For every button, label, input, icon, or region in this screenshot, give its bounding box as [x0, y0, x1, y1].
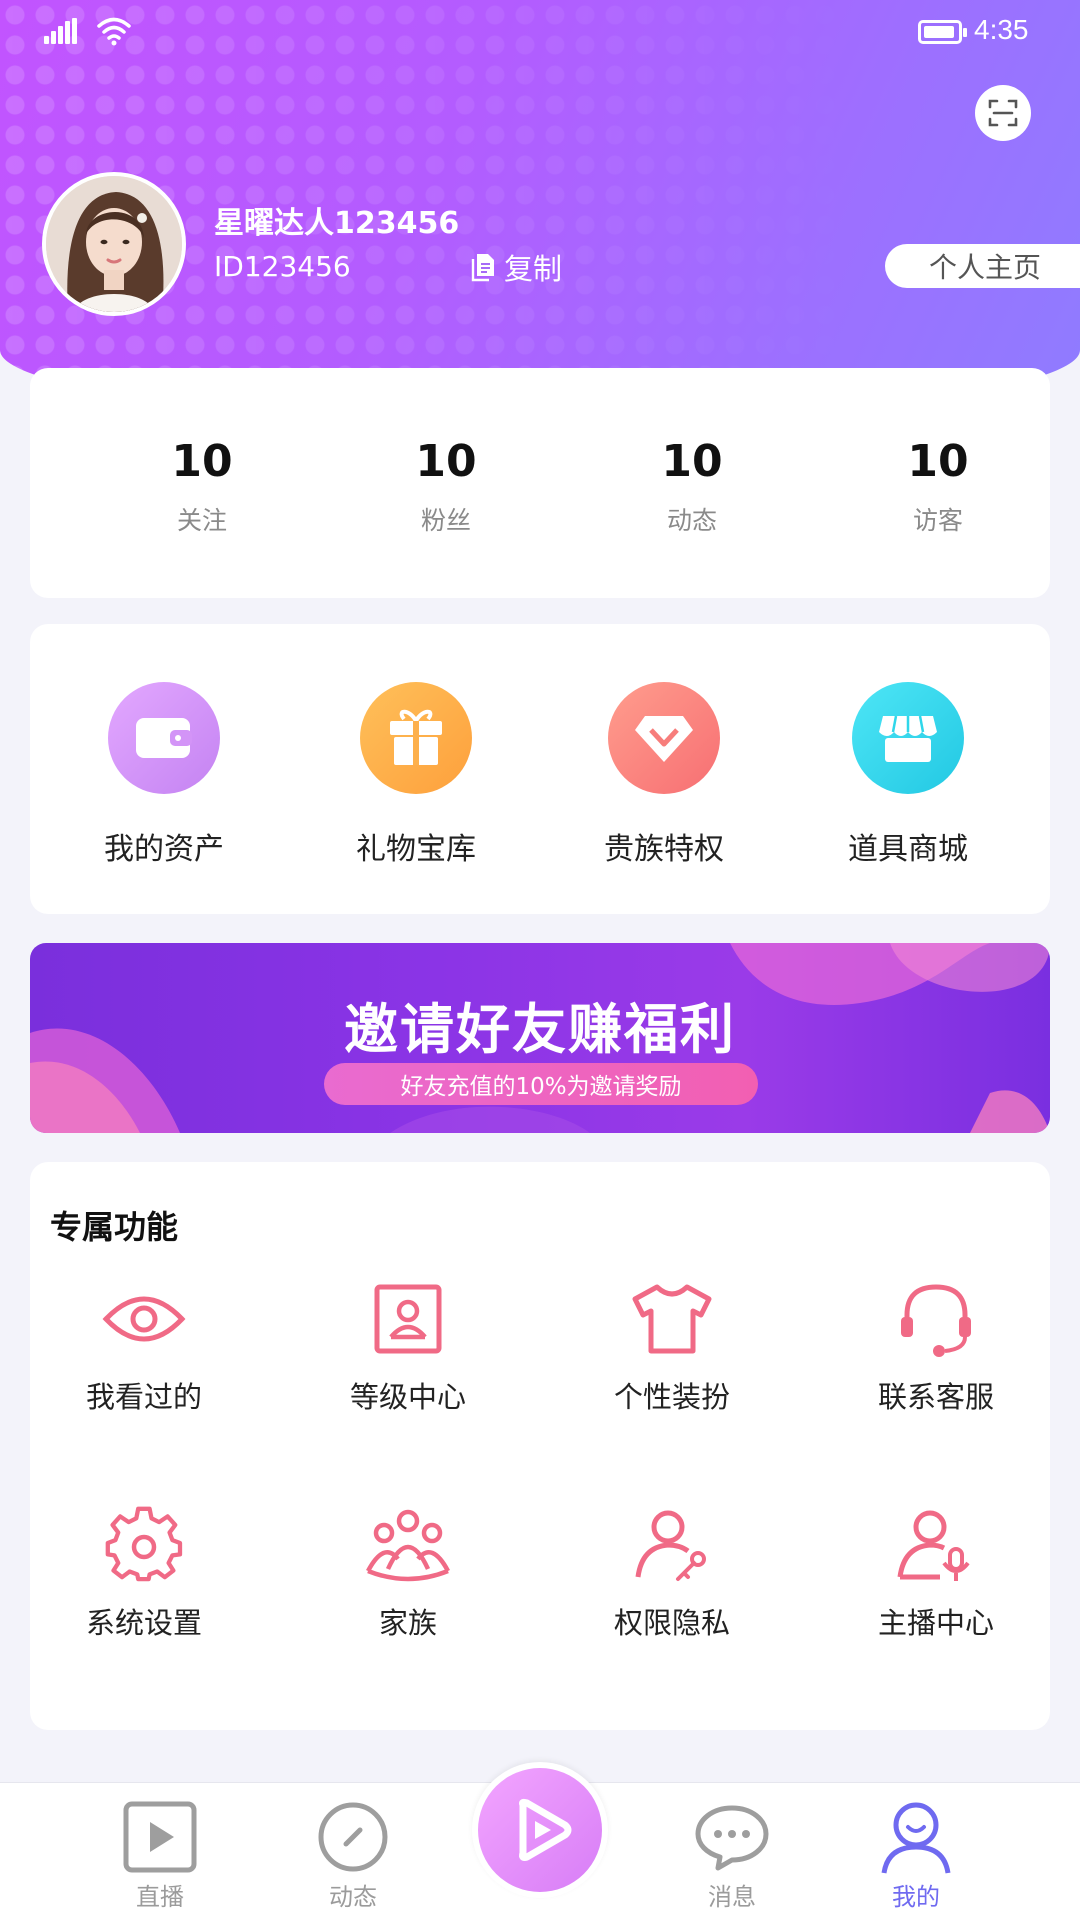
stat-visitors[interactable]: 10 访客: [858, 436, 1018, 537]
feature-permission-privacy[interactable]: 权限隐私: [572, 1500, 772, 1642]
status-time: 4:35: [974, 14, 1029, 45]
stat-label: 关注: [176, 506, 227, 535]
exclusive-features-card: 专属功能 我看过的 等级中心 个性装扮 联系客服 系统设置 家族 权限隐私 主播…: [30, 1162, 1050, 1730]
stat-label: 动态: [666, 506, 717, 535]
feature-customer-service[interactable]: 联系客服: [836, 1274, 1036, 1416]
gear-icon: [99, 1500, 189, 1590]
stat-label: 粉丝: [420, 506, 471, 535]
chat-bubble-icon: [692, 1797, 772, 1877]
group-icon: [363, 1500, 453, 1590]
nobility-privilege-button[interactable]: 贵族特权: [564, 682, 764, 868]
nav-label: 直播: [136, 1883, 184, 1911]
my-assets-button[interactable]: 我的资产: [64, 682, 264, 868]
diamond-icon: [608, 682, 720, 794]
feature-anchor-center[interactable]: 主播中心: [836, 1500, 1036, 1642]
feature-system-settings[interactable]: 系统设置: [44, 1500, 244, 1642]
stat-label: 访客: [912, 506, 963, 535]
item-store-button[interactable]: 道具商城: [808, 682, 1008, 868]
scan-button[interactable]: [975, 85, 1031, 141]
gift-icon: [360, 682, 472, 794]
play-icon: [478, 1768, 602, 1892]
feature-label: 联系客服: [877, 1380, 994, 1414]
nav-mine[interactable]: 我的: [856, 1797, 976, 1912]
wallet-icon: [108, 682, 220, 794]
live-play-icon: [120, 1797, 200, 1877]
profile-card-icon: [363, 1274, 453, 1364]
nav-moments[interactable]: 动态: [293, 1797, 413, 1912]
tshirt-icon: [627, 1274, 717, 1364]
copy-icon: [471, 254, 494, 282]
eye-icon: [99, 1274, 189, 1364]
signal-icon: [44, 18, 78, 44]
personal-homepage-button[interactable]: 个人主页: [885, 244, 1080, 288]
feature-family[interactable]: 家族: [308, 1500, 508, 1642]
center-play-button[interactable]: [472, 1762, 608, 1898]
asset-label: 道具商城: [848, 832, 968, 867]
feature-level-center[interactable]: 等级中心: [308, 1274, 508, 1416]
stat-value: 10: [171, 436, 233, 487]
feature-personal-style[interactable]: 个性装扮: [572, 1274, 772, 1416]
stat-moments[interactable]: 10 动态: [612, 436, 772, 537]
asset-label: 我的资产: [104, 832, 224, 867]
copy-label: 复制: [504, 252, 563, 286]
wifi-icon: [97, 17, 131, 46]
avatar-portrait: [46, 176, 182, 312]
feature-label: 等级中心: [349, 1380, 466, 1414]
stat-following[interactable]: 10 关注: [122, 436, 282, 537]
feature-label: 系统设置: [85, 1606, 202, 1640]
feature-label: 个性装扮: [613, 1380, 730, 1414]
headset-icon: [891, 1274, 981, 1364]
feature-label: 权限隐私: [613, 1606, 730, 1640]
stat-value: 10: [415, 436, 477, 487]
user-mic-icon: [891, 1500, 981, 1590]
asset-label: 贵族特权: [604, 832, 724, 867]
store-icon: [852, 682, 964, 794]
profile-header: 4:35 星曜达人123456 ID123456 复制 个人主页: [0, 0, 1080, 420]
scan-icon: [988, 99, 1018, 127]
user-id: ID123456: [214, 250, 351, 283]
nav-label: 我的: [892, 1883, 940, 1911]
stats-card: 10 关注 10 粉丝 10 动态 10 访客: [30, 368, 1050, 598]
battery-icon: [918, 20, 967, 44]
avatar[interactable]: [42, 172, 186, 316]
gift-vault-button[interactable]: 礼物宝库: [316, 682, 516, 868]
status-bar: 4:35: [0, 0, 1080, 64]
feature-viewed-history[interactable]: 我看过的: [44, 1274, 244, 1416]
nav-label: 动态: [329, 1883, 377, 1911]
banner-title: 邀请好友赚福利: [344, 998, 736, 1061]
nav-label: 消息: [708, 1883, 756, 1911]
asset-label: 礼物宝库: [356, 832, 476, 867]
stat-fans[interactable]: 10 粉丝: [366, 436, 526, 537]
nav-live[interactable]: 直播: [100, 1797, 220, 1912]
nav-messages[interactable]: 消息: [672, 1797, 792, 1912]
section-title: 专属功能: [50, 1208, 179, 1246]
stat-value: 10: [907, 436, 969, 487]
username: 星曜达人123456: [214, 206, 460, 241]
smiley-user-icon: [876, 1797, 956, 1877]
invite-friends-banner[interactable]: 邀请好友赚福利 好友充值的10%为邀请奖励: [30, 943, 1050, 1133]
feature-label: 家族: [378, 1606, 437, 1640]
assets-card: 我的资产 礼物宝库 贵族特权 道具商城: [30, 624, 1050, 914]
user-key-icon: [627, 1500, 717, 1590]
stat-value: 10: [661, 436, 723, 487]
feature-label: 主播中心: [877, 1606, 994, 1640]
compass-icon: [313, 1797, 393, 1877]
feature-label: 我看过的: [85, 1380, 202, 1414]
copy-id-button[interactable]: 复制: [470, 246, 562, 288]
banner-subtitle: 好友充值的10%为邀请奖励: [324, 1063, 758, 1105]
